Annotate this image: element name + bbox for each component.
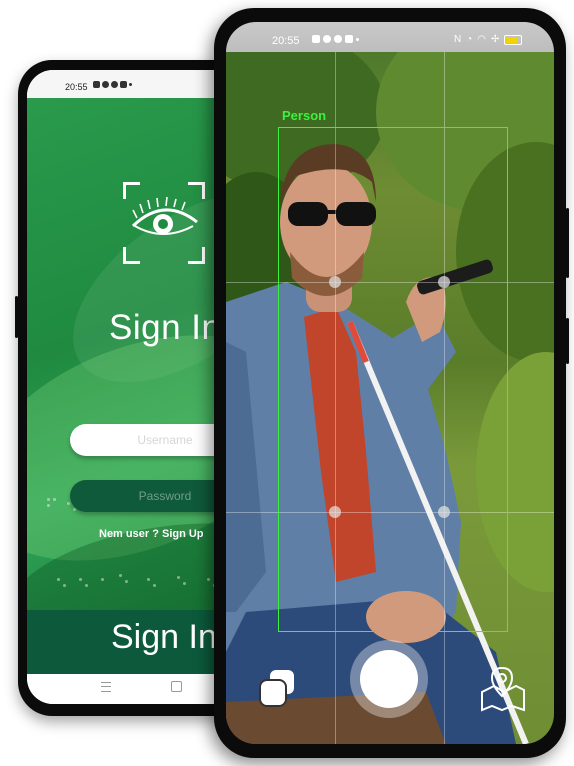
volume-button <box>15 296 18 338</box>
map-pin-icon <box>481 666 525 712</box>
new-user-text: Nem user <box>99 528 150 540</box>
status-icons-right: N ◔ ◠ ✢ <box>454 34 523 45</box>
map-button[interactable] <box>478 664 528 714</box>
detection-label: Person <box>282 108 327 123</box>
chrome-icon <box>334 35 342 43</box>
shutter-button[interactable] <box>350 640 428 718</box>
chrome-icon <box>111 81 118 88</box>
more-dot-icon <box>129 83 132 86</box>
sign-up-link[interactable]: ? Sign Up <box>152 528 203 540</box>
notification-icon <box>93 81 100 88</box>
gallery-icon <box>259 670 294 707</box>
nfc-icon: N <box>454 34 462 45</box>
status-time: 20:55 <box>65 82 88 92</box>
notification-icon <box>312 35 320 43</box>
sign-in-screen: 20:55 Sign In Username Password Nem user… <box>27 70 245 704</box>
eye-logo <box>123 182 205 264</box>
navigation-bar <box>27 674 245 704</box>
youtube-icon <box>120 81 127 88</box>
front-phone: 20:55 N ◔ ◠ ✢ Person <box>214 8 569 758</box>
status-time: 20:55 <box>272 35 300 47</box>
battery-icon <box>504 34 523 45</box>
menu-nav-icon[interactable] <box>101 682 111 692</box>
gallery-button[interactable] <box>256 666 300 710</box>
camera-preview[interactable]: Person <box>226 52 554 744</box>
sign-in-title: Sign In <box>109 308 222 347</box>
status-icons <box>93 81 132 88</box>
youtube-icon <box>345 35 353 43</box>
status-bar: 20:55 <box>27 70 245 98</box>
new-user-prompt: Nem user ? Sign Up <box>99 528 204 540</box>
signal-icon: ✢ <box>491 34 500 45</box>
messenger-icon <box>323 35 331 43</box>
sign-in-button[interactable]: Sign In <box>27 610 245 674</box>
home-nav-icon[interactable] <box>171 681 182 692</box>
detection-box <box>278 127 508 632</box>
camera-screen: 20:55 N ◔ ◠ ✢ Person <box>226 22 554 744</box>
status-bar: 20:55 N ◔ ◠ ✢ <box>226 22 554 52</box>
alarm-icon: ◔ <box>466 34 473 45</box>
status-icons-left <box>312 35 359 43</box>
messenger-icon <box>102 81 109 88</box>
sign-in-button-label: Sign In <box>111 618 217 656</box>
power-button <box>566 318 569 364</box>
side-button <box>566 208 569 278</box>
eye-icon <box>131 196 198 235</box>
wifi-icon: ◠ <box>477 34 487 45</box>
more-dot-icon <box>356 38 359 41</box>
shutter-inner <box>360 650 418 708</box>
